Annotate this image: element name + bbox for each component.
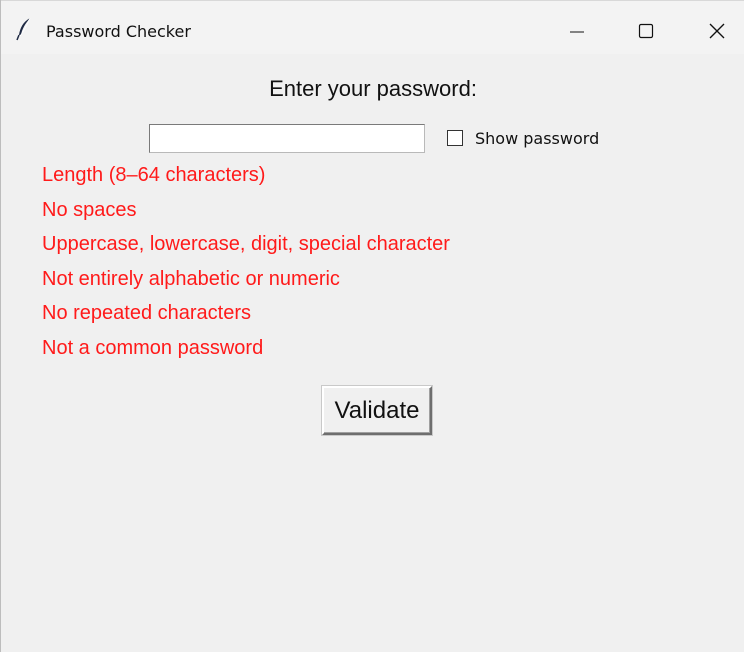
rule-no-repeats: No repeated characters <box>42 302 252 325</box>
feather-icon <box>15 17 35 41</box>
show-password-checkbox[interactable] <box>447 130 463 146</box>
password-rules-list: Length (8–64 characters) No spaces Upper… <box>42 163 450 371</box>
show-password-label: Show password <box>475 129 600 148</box>
maximize-button[interactable] <box>620 9 672 53</box>
validate-button[interactable]: Validate <box>322 386 432 435</box>
close-button[interactable] <box>691 9 743 53</box>
rule-not-common: Not a common password <box>42 336 264 359</box>
password-input[interactable] <box>149 124 425 153</box>
minimize-button[interactable] <box>551 9 603 53</box>
title-bar[interactable]: Password Checker <box>1 0 744 54</box>
rule-not-alpha-or-numeric: Not entirely alphabetic or numeric <box>42 267 340 290</box>
close-icon <box>709 23 725 39</box>
app-window: Password Checker Enter your password: Sh… <box>0 0 744 652</box>
minimize-icon <box>570 31 584 33</box>
rule-no-spaces: No spaces <box>42 198 137 221</box>
window-title: Password Checker <box>46 22 191 41</box>
maximize-icon <box>638 23 654 39</box>
rule-length: Length (8–64 characters) <box>42 164 266 186</box>
rule-character-classes: Uppercase, lowercase, digit, special cha… <box>42 233 450 256</box>
password-prompt: Enter your password: <box>269 76 477 101</box>
